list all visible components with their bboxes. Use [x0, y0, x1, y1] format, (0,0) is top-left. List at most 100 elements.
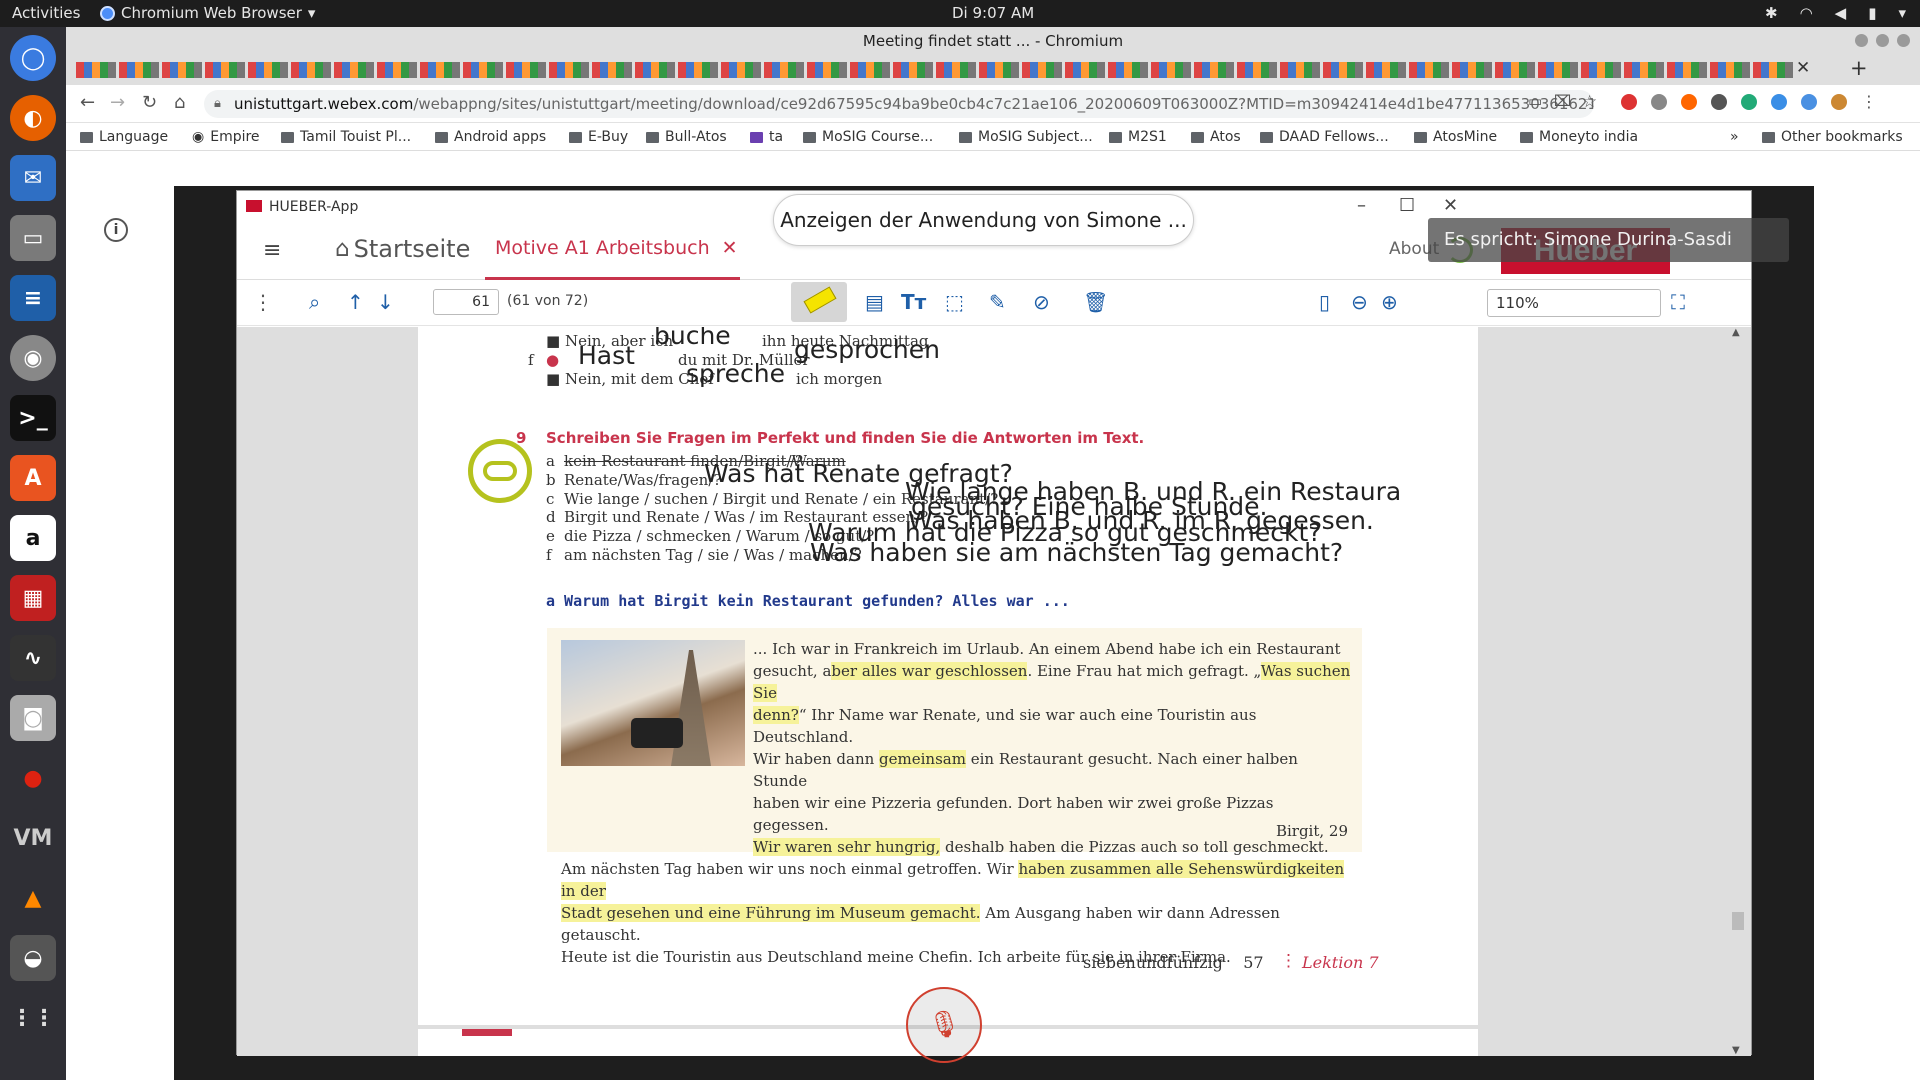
book-tab[interactable]: Motive A1 Arbeitsbuch ✕	[495, 237, 738, 259]
zoom-out-icon[interactable]: ⊖	[1351, 290, 1368, 314]
textbox-tool-icon[interactable]: ⬚	[945, 290, 964, 314]
close-window-button[interactable]	[1897, 34, 1910, 47]
info-icon[interactable]: i	[104, 218, 128, 242]
activities-button[interactable]: Activities	[12, 4, 80, 22]
bookmark-item[interactable]: AtosMine	[1414, 129, 1497, 145]
zoom-in-icon[interactable]: ⊕	[1381, 290, 1398, 314]
address-bar[interactable]: 🔒︎ unistuttgart.webex.com/webappng/sites…	[204, 90, 1594, 118]
chromium-dock-icon[interactable]: ◯	[10, 35, 56, 81]
bookmark-item[interactable]: Tamil Touist Pl...	[281, 129, 411, 145]
bookmarks-overflow-button[interactable]: »	[1730, 129, 1739, 145]
bookmark-item[interactable]: Atos	[1191, 129, 1241, 145]
maximize-icon[interactable]: ☐	[1399, 195, 1415, 216]
bullet-icon: ●	[546, 351, 560, 369]
page-number-input[interactable]: 61	[433, 289, 499, 315]
extension-orange-icon[interactable]	[1681, 94, 1697, 110]
bookmark-item[interactable]: ◉ Empire	[192, 129, 260, 145]
home-button[interactable]: ⌂	[174, 92, 185, 113]
zoom-input[interactable]: 110%	[1487, 289, 1661, 317]
extension-green-icon[interactable]	[1741, 94, 1757, 110]
text-line: Wir waren sehr hungrig, deshalb haben di…	[753, 838, 1329, 856]
bookmark-item[interactable]: MoSIG Course...	[803, 129, 933, 145]
folder-icon	[1762, 131, 1775, 143]
vm-dock-icon[interactable]: VM	[10, 815, 56, 861]
text-tool-icon[interactable]: Tт	[901, 290, 926, 314]
bookmark-item[interactable]: M2S1	[1109, 129, 1167, 145]
hueber-app-icon	[246, 200, 262, 212]
two-page-view-icon[interactable]: ▯	[1319, 290, 1330, 314]
bookmark-item[interactable]: Language	[80, 129, 168, 145]
software-center-dock-icon[interactable]: A	[10, 455, 56, 501]
profile-avatar[interactable]	[1831, 94, 1847, 110]
hide-annotations-icon[interactable]: ⊘	[1033, 290, 1050, 314]
maximize-button[interactable]	[1876, 34, 1889, 47]
bookmark-item[interactable]: Android apps	[435, 129, 546, 145]
page-marker	[462, 1029, 512, 1036]
text-line: haben wir eine Pizzeria gefunden. Dort h…	[753, 794, 1274, 834]
bookmark-item[interactable]: ta	[750, 129, 783, 145]
bookmark-item[interactable]: Bull-Atos	[646, 129, 727, 145]
text-line: Am nächsten Tag haben wir uns noch einma…	[561, 860, 1345, 900]
app-menu[interactable]: Chromium Web Browser ▾	[100, 4, 315, 22]
mute-microphone-icon[interactable]: 🎙︎	[906, 987, 982, 1063]
translate-icon[interactable]: ⌧	[1554, 92, 1571, 110]
system-monitor-dock-icon[interactable]: ∿	[10, 635, 56, 681]
delete-icon[interactable]: 🗑︎	[1083, 290, 1108, 314]
previous-page-icon[interactable]: ↑	[347, 290, 364, 314]
disk-dock-icon[interactable]: ◒	[10, 935, 56, 981]
bookmark-item[interactable]: Moneyto india	[1520, 129, 1638, 145]
forward-button[interactable]: →	[110, 92, 125, 113]
fullscreen-icon[interactable]: ⛶	[1671, 290, 1685, 314]
extension-gray-icon[interactable]	[1651, 94, 1667, 110]
hamburger-menu-icon[interactable]: ≡	[263, 238, 281, 263]
vertical-scrollbar[interactable]: ▲ ▼	[1731, 327, 1744, 1056]
remote-desktop-dock-icon[interactable]: ▦	[10, 575, 56, 621]
back-button[interactable]: ←	[80, 92, 95, 113]
bookmark-item[interactable]: MoSIG Subject...	[959, 129, 1093, 145]
pen-tool-icon[interactable]: ✎	[989, 290, 1006, 314]
terminal-dock-icon[interactable]: >_	[10, 395, 56, 441]
bookmark-item[interactable]: DAAD Fellows...	[1260, 129, 1389, 145]
writer-dock-icon[interactable]: ≡	[10, 275, 56, 321]
more-options-icon[interactable]: ⋮	[253, 290, 273, 314]
vlc-dock-icon[interactable]: ▲	[10, 875, 56, 921]
files-dock-icon[interactable]: ▭	[10, 215, 56, 261]
extension-dark-icon[interactable]	[1711, 94, 1727, 110]
volume-icon: ◀	[1834, 4, 1847, 22]
scroll-up-icon[interactable]: ▲	[1732, 327, 1740, 338]
bookmark-item[interactable]: E-Buy	[569, 129, 628, 145]
bookmark-star-icon[interactable]: ☆	[1582, 92, 1597, 112]
scrollbar-thumb[interactable]	[1732, 912, 1744, 930]
next-page-icon[interactable]: ↓	[377, 290, 394, 314]
cast-icon[interactable]: ▭	[1528, 92, 1542, 110]
extension-shield-icon[interactable]	[1801, 94, 1817, 110]
highlighter-tool-button[interactable]	[791, 282, 847, 322]
document-page: ■ Nein, aber ich buche ihn heute Nachmit…	[418, 327, 1478, 1025]
comment-icon[interactable]: ▤	[865, 290, 884, 314]
close-tab-icon[interactable]: ✕	[1796, 58, 1810, 78]
document-viewport[interactable]: ■ Nein, aber ich buche ihn heute Nachmit…	[237, 327, 1751, 1056]
reload-button[interactable]: ↻	[142, 92, 157, 113]
pinned-tab-favicons[interactable]	[76, 62, 1796, 78]
close-tab-icon[interactable]: ✕	[722, 237, 738, 259]
home-link[interactable]: ⌂ Startseite	[335, 235, 470, 263]
extension-blue-icon[interactable]	[1771, 94, 1787, 110]
kebab-menu-icon[interactable]: ⋮	[1861, 94, 1877, 110]
firefox-dock-icon[interactable]: ◐	[10, 95, 56, 141]
camera-dock-icon[interactable]: ◙	[10, 695, 56, 741]
system-tray[interactable]: ✱ ◠ ◀ ▮ ▾	[1765, 4, 1906, 22]
close-icon[interactable]: ✕	[1443, 195, 1458, 216]
rhythmbox-dock-icon[interactable]: ◉	[10, 335, 56, 381]
minimize-icon[interactable]: –	[1357, 195, 1366, 216]
minimize-button[interactable]	[1855, 34, 1868, 47]
other-bookmarks[interactable]: Other bookmarks	[1762, 129, 1903, 145]
thunderbird-dock-icon[interactable]: ✉	[10, 155, 56, 201]
search-document-icon[interactable]: ⌕	[309, 290, 320, 314]
cherry-dock-icon[interactable]: ●	[10, 755, 56, 801]
adblock-icon[interactable]	[1621, 94, 1637, 110]
scroll-down-icon[interactable]: ▼	[1732, 1045, 1740, 1056]
clock[interactable]: Di 9:07 AM	[952, 4, 1034, 22]
new-tab-button[interactable]: +	[1850, 56, 1868, 80]
amazon-dock-icon[interactable]: a	[10, 515, 56, 561]
show-apps-icon[interactable]: ⋮⋮	[10, 995, 56, 1041]
